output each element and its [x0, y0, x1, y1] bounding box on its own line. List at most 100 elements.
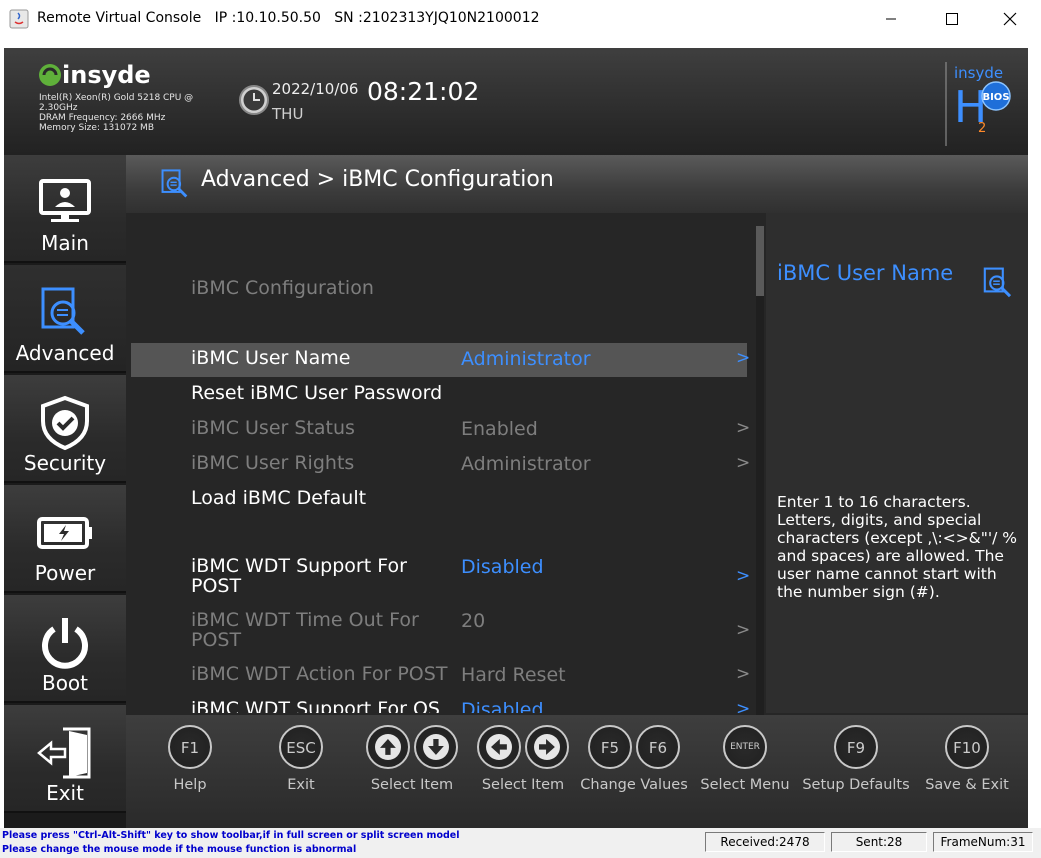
nav-label-security: Security — [23, 451, 107, 475]
key-cap-f1: F1 — [168, 725, 212, 769]
toolbar-hint: Please press "Ctrl-Alt-Shift" key to sho… — [2, 830, 460, 841]
scrollbar-thumb[interactable] — [756, 226, 764, 296]
submenu-arrow-icon: > — [736, 566, 750, 586]
bios-time: 08:21:02 — [367, 77, 480, 106]
setting-row[interactable]: Load iBMC Default — [131, 483, 747, 517]
setting-label: Load iBMC Default — [191, 487, 367, 509]
battery-icon — [37, 517, 92, 549]
key-cap-text: F1 — [180, 739, 200, 757]
function-key-label: Exit — [287, 777, 315, 793]
nav-label-exit: Exit — [46, 781, 84, 805]
svg-text:2: 2 — [978, 121, 986, 136]
key-cap-f9: F9 — [834, 725, 878, 769]
function-key-label: Setup Defaults — [802, 777, 910, 793]
close-button[interactable] — [985, 0, 1035, 38]
function-key-label: Select Item — [370, 777, 454, 793]
setting-label: iBMC User Status — [191, 417, 355, 439]
setting-row: iBMC User Status Enabled > — [131, 413, 750, 447]
key-cap-enter: ENTER — [723, 725, 767, 769]
setting-row[interactable]: iBMC WDT Support For OS Disabled > — [131, 694, 750, 713]
function-key-change-values[interactable]: F5 F6 Change Values — [574, 725, 694, 815]
key-cap-text: F9 — [846, 739, 866, 757]
setting-value: Disabled — [461, 556, 544, 578]
function-key-help[interactable]: F1 Help — [130, 725, 250, 815]
function-key-select-item[interactable]: Select Item — [352, 725, 472, 815]
advanced-search-icon — [41, 287, 85, 335]
key-cap-text: F6 — [648, 739, 668, 757]
advanced-search-icon — [161, 169, 188, 198]
setting-value: Hard Reset — [461, 664, 566, 686]
function-key-save-exit[interactable]: F10 Save & Exit — [907, 725, 1027, 815]
submenu-arrow-icon: > — [736, 620, 750, 640]
bios-screen[interactable]: insyde Intel(R) Xeon(R) Gold 5218 CPU @ … — [4, 48, 1028, 828]
function-key-bar: F1 Help ESC Exit Select Item Select Item F5 F6 C… — [126, 715, 1028, 828]
java-app-icon — [9, 9, 29, 29]
key-cap-f5: F5 — [588, 725, 632, 769]
insyde-logo: insyde — [39, 61, 151, 89]
console-statusbar: Please press "Ctrl-Alt-Shift" key to sho… — [0, 828, 1041, 858]
function-key-select-menu[interactable]: ENTER Select Menu — [685, 725, 805, 815]
settings-list: iBMC Configuration iBMC User Name Administ… — [126, 213, 750, 713]
setting-row[interactable]: iBMC WDT Support For POST Disabled > — [131, 551, 750, 599]
minimize-icon — [886, 18, 896, 20]
breadcrumb: Advanced > iBMC Configuration — [201, 167, 554, 192]
setting-row[interactable]: iBMC User Name Administrator > — [131, 343, 750, 377]
nav-label-main: Main — [41, 231, 89, 255]
function-key-select-item[interactable]: Select Item — [463, 725, 583, 815]
maximize-button[interactable] — [927, 0, 977, 38]
setting-value: Administrator — [461, 348, 591, 370]
setting-label: iBMC WDT Time Out For POST — [191, 609, 419, 651]
window-titlebar: Remote Virtual Console IP :10.10.50.50 S… — [0, 0, 1041, 38]
left-arrow-icon — [477, 725, 521, 769]
submenu-arrow-icon: > — [736, 453, 750, 473]
submenu-arrow-icon: > — [736, 699, 750, 713]
setting-row: iBMC WDT Action For POST Hard Reset > — [131, 659, 750, 693]
nav-exit[interactable]: Exit — [4, 705, 126, 813]
key-cap-f6: F6 — [636, 725, 680, 769]
nav-label-power: Power — [34, 561, 96, 585]
nav-power[interactable]: Power — [4, 485, 126, 593]
power-symbol-icon — [42, 618, 88, 669]
mouse-mode-hint: Please change the mouse mode if the mous… — [2, 844, 357, 855]
setting-label: Reset iBMC User Password — [191, 382, 443, 404]
function-key-label: Save & Exit — [925, 777, 1009, 793]
setting-label: iBMC User Name — [191, 347, 351, 369]
memory-info-line: Memory Size: 131072 MB — [39, 123, 154, 133]
bios-weekday: THU — [272, 105, 304, 123]
submenu-arrow-icon: > — [736, 418, 750, 438]
setting-value: Enabled — [461, 418, 538, 440]
function-key-setup-defaults[interactable]: F9 Setup Defaults — [796, 725, 916, 815]
scrollbar-track[interactable] — [756, 226, 764, 716]
exit-door-icon — [37, 727, 91, 779]
key-cap-esc: ESC — [279, 725, 323, 769]
function-key-exit[interactable]: ESC Exit — [241, 725, 361, 815]
insyde-brand-text: insyde — [62, 61, 151, 89]
setting-label: iBMC WDT Support For POST — [191, 555, 407, 597]
nav-security[interactable]: Security — [4, 375, 126, 483]
setting-value: Disabled — [461, 699, 544, 713]
key-cap-text: F5 — [600, 739, 620, 757]
setting-row: iBMC Configuration — [131, 273, 747, 307]
key-cap-text: ENTER — [730, 742, 760, 752]
monitor-icon — [39, 179, 91, 222]
cpu-info-line: 2.30GHz — [39, 103, 78, 113]
h2o-logo-top-text: insyde — [954, 64, 1003, 82]
minimize-button[interactable] — [866, 0, 916, 38]
setting-label: iBMC User Rights — [191, 452, 355, 474]
maximize-icon — [946, 13, 958, 25]
insyde-h2o-bios-logo: insyde H 2 BIOS — [945, 62, 1011, 146]
nav-main[interactable]: Main — [4, 155, 126, 263]
h2o-logo-badge: BIOS — [982, 92, 1009, 103]
key-cap-text: ESC — [286, 739, 316, 757]
setting-value: 20 — [461, 610, 486, 632]
bios-date: 2022/10/06 — [272, 80, 359, 98]
nav-advanced[interactable]: Advanced — [4, 265, 126, 373]
function-key-label: Change Values — [580, 777, 688, 793]
help-description: Enter 1 to 16 characters. Letters, digit… — [777, 493, 1018, 601]
bios-sidebar: Main Advanced Security Power Boot Exit — [4, 155, 126, 828]
bios-header: insyde Intel(R) Xeon(R) Gold 5218 CPU @ … — [4, 48, 1028, 155]
help-title: iBMC User Name — [777, 261, 954, 285]
right-arrow-icon — [525, 725, 569, 769]
setting-row[interactable]: Reset iBMC User Password — [131, 378, 747, 412]
nav-boot[interactable]: Boot — [4, 595, 126, 703]
